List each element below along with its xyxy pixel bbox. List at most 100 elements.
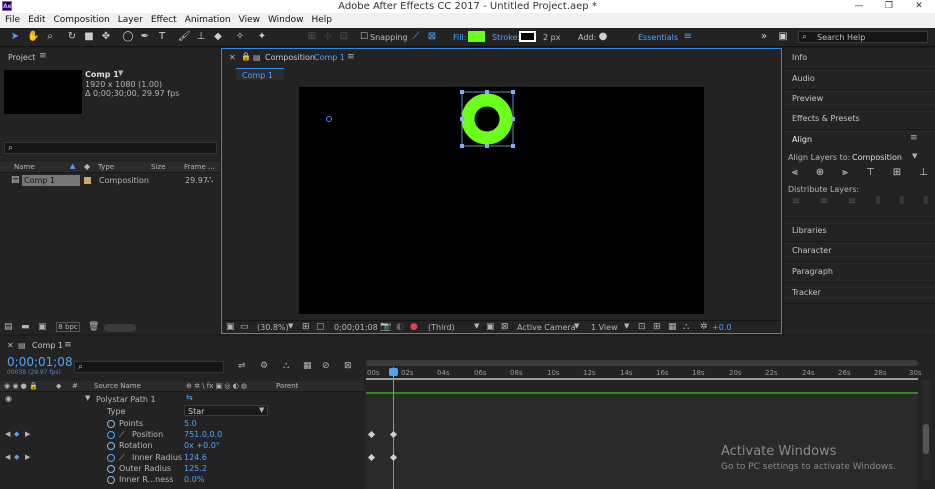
preview-panel-tab[interactable]: Preview: [792, 94, 823, 103]
menu-composition[interactable]: Composition: [54, 13, 110, 28]
project-item-row[interactable]: ▤ Comp 1 Composition 29.97 ⛬: [0, 174, 220, 187]
inner-roundness-value[interactable]: 0.0%: [184, 475, 204, 484]
outer-radius-value[interactable]: 125.2: [184, 464, 207, 473]
shy-layers-icon[interactable]: ⛬: [283, 361, 289, 371]
lock-icon[interactable]: 🔒: [241, 52, 251, 61]
info-panel-tab[interactable]: Info: [792, 53, 807, 62]
stopwatch-icon[interactable]: [107, 476, 115, 484]
align-top-icon[interactable]: ⊤: [866, 167, 875, 178]
col-frame[interactable]: Frame ...: [184, 163, 215, 171]
always-preview-icon[interactable]: ▣: [226, 322, 235, 332]
close-icon[interactable]: ✕: [904, 0, 934, 13]
camera-view-value[interactable]: Active Camera: [517, 323, 576, 332]
flowchart-icon[interactable]: ⛬: [683, 322, 689, 332]
panel-menu-icon[interactable]: ≡: [910, 133, 918, 143]
exposure-value[interactable]: +0.0: [712, 323, 731, 332]
graph-icon[interactable]: ⟋: [119, 430, 125, 440]
puppet-pin-tool-icon[interactable]: ✦: [256, 31, 268, 43]
monitor-icon[interactable]: ▭: [240, 322, 249, 332]
hand-tool-icon[interactable]: ✋: [27, 31, 39, 43]
menu-view[interactable]: View: [239, 13, 260, 28]
timeline-scrollbar-thumb[interactable]: [923, 424, 929, 454]
align-panel-title[interactable]: Align: [792, 135, 812, 144]
graph-icon[interactable]: ⟋: [119, 453, 125, 463]
region-of-interest-icon[interactable]: ▣: [486, 322, 495, 332]
zoom-tool-icon[interactable]: ⌕: [44, 31, 56, 43]
pan-behind-tool-icon[interactable]: ✥: [100, 31, 112, 43]
align-horizontal-center-icon[interactable]: ⊕: [816, 167, 824, 178]
selection-tool-icon[interactable]: ➤: [9, 31, 21, 43]
project-tab[interactable]: Project: [8, 53, 35, 62]
eye-icon[interactable]: ◉: [5, 394, 12, 403]
new-composition-icon[interactable]: ▣: [38, 322, 47, 332]
ellipse-tool-icon[interactable]: ◯: [122, 31, 134, 43]
chevron-down-icon[interactable]: ▼: [624, 322, 629, 330]
sort-arrow-icon[interactable]: ▲: [70, 162, 75, 170]
camera-tool-icon[interactable]: ■: [83, 31, 95, 43]
menu-window[interactable]: Window: [268, 13, 304, 28]
col-size[interactable]: Size: [151, 163, 165, 171]
col-type[interactable]: Type: [98, 163, 114, 171]
view-axis-icon[interactable]: ⊡: [338, 31, 350, 43]
local-axis-icon[interactable]: ⊞: [306, 31, 318, 43]
green-ring-shape[interactable]: [460, 90, 516, 150]
menu-edit[interactable]: Edit: [28, 13, 45, 28]
distribute-top-icon[interactable]: ≡: [792, 196, 800, 207]
snapshot-camera-icon[interactable]: 📷: [380, 322, 391, 332]
stopwatch-active-icon[interactable]: [107, 431, 115, 439]
align-vertical-center-icon[interactable]: ⊞: [893, 167, 901, 178]
mask-visibility-icon[interactable]: ▢: [316, 322, 325, 332]
draft-3d-icon[interactable]: ⚙: [260, 361, 268, 371]
label-color-swatch[interactable]: [84, 177, 91, 184]
effects-presets-panel-tab[interactable]: Effects & Presets: [792, 114, 860, 123]
fill-color-swatch[interactable]: [468, 31, 485, 42]
show-snapshot-icon[interactable]: ◐: [396, 322, 404, 332]
type-tool-icon[interactable]: T: [156, 31, 168, 43]
motion-blur-icon[interactable]: ⊘: [322, 361, 330, 371]
minimize-icon[interactable]: —: [844, 0, 874, 13]
stopwatch-icon[interactable]: [107, 420, 115, 428]
3d-renderer-icon[interactable]: ⊡: [638, 322, 646, 332]
work-area-bar[interactable]: [366, 360, 918, 366]
resolution-value[interactable]: (Third): [428, 323, 455, 332]
distribute-vcenter-icon[interactable]: ≡: [820, 196, 828, 207]
timeline-icon[interactable]: ▦: [668, 322, 677, 332]
snap-edges-icon[interactable]: ⟋: [410, 31, 422, 43]
stroke-width-value[interactable]: 2 px: [543, 32, 560, 43]
clone-stamp-tool-icon[interactable]: ⊥: [195, 31, 207, 43]
viewer-timecode[interactable]: 0;00;01;08: [334, 323, 378, 332]
more-workspaces-icon[interactable]: »: [758, 31, 770, 43]
prev-keyframe-icon[interactable]: ◀: [5, 453, 10, 461]
panel-menu-icon[interactable]: ≡: [347, 52, 355, 62]
interpret-footage-icon[interactable]: ▤: [4, 322, 13, 332]
composition-viewer[interactable]: [299, 87, 704, 314]
chevron-down-icon[interactable]: ▼: [912, 152, 917, 160]
timeline-scrollbar[interactable]: [922, 380, 930, 480]
snapping-checkbox[interactable]: ☐: [358, 31, 370, 43]
stopwatch-icon[interactable]: [107, 442, 115, 450]
audio-panel-tab[interactable]: Audio: [792, 74, 815, 83]
panel-menu-icon[interactable]: ≡: [39, 51, 47, 61]
stopwatch-icon[interactable]: [107, 465, 115, 473]
points-value[interactable]: 5.0: [184, 419, 197, 428]
zoom-value[interactable]: (30.8%): [257, 323, 289, 332]
project-bpc-button[interactable]: 8 bpc: [56, 322, 80, 332]
tracker-panel-tab[interactable]: Tracker: [792, 288, 821, 297]
new-folder-icon[interactable]: ▬: [21, 322, 30, 332]
maximize-icon[interactable]: ❐: [874, 0, 904, 13]
transparency-grid-icon[interactable]: ⊠: [501, 322, 509, 332]
workspace-menu-icon[interactable]: ≡: [682, 31, 694, 43]
safe-zones-icon[interactable]: ⊞: [302, 322, 310, 332]
align-right-icon[interactable]: ⫸: [842, 167, 848, 178]
timeline-current-time[interactable]: 0;00;01;08: [7, 355, 73, 369]
menu-effect[interactable]: Effect: [151, 13, 177, 28]
flowchart-icon[interactable]: ⛬: [207, 175, 213, 185]
stopwatch-active-icon[interactable]: [107, 454, 115, 462]
source-name-header[interactable]: Source Name: [94, 382, 141, 390]
menu-file[interactable]: File: [5, 13, 20, 28]
project-search-input[interactable]: ⌕: [4, 142, 217, 154]
fast-previews-icon[interactable]: ⊞: [653, 322, 661, 332]
panel-menu-icon[interactable]: ≡: [64, 340, 72, 350]
prev-keyframe-icon[interactable]: ◀: [5, 430, 10, 438]
view-layout-value[interactable]: 1 View: [591, 323, 618, 332]
